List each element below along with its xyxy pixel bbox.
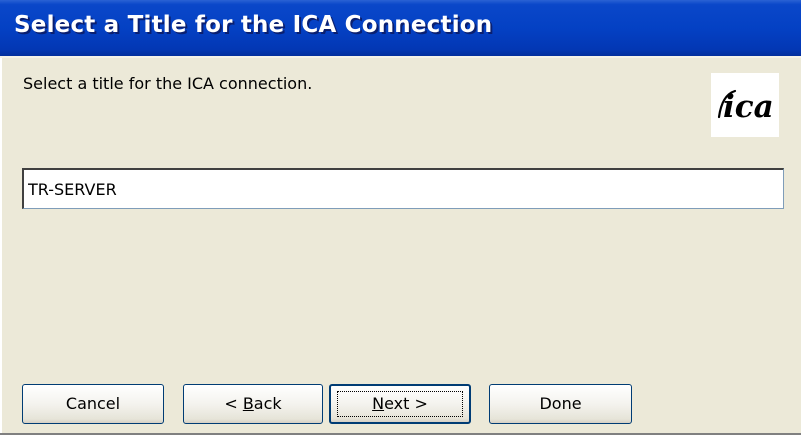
connection-title-input[interactable] xyxy=(22,168,784,209)
instruction-text: Select a title for the ICA connection. xyxy=(23,74,313,93)
ica-logo-text: ica xyxy=(723,89,774,125)
wizard-title-bar: Select a Title for the ICA Connection xyxy=(0,0,801,58)
cancel-button-label: Cancel xyxy=(65,394,121,413)
left-border xyxy=(0,58,2,435)
next-button-mnemonic: N xyxy=(372,394,385,413)
wizard-title: Select a Title for the ICA Connection xyxy=(14,12,493,38)
next-button-label: Next > xyxy=(331,386,469,422)
next-button-rest: ext > xyxy=(384,394,428,413)
ica-connection-wizard-window: Select a Title for the ICA Connection Se… xyxy=(0,0,801,435)
ica-logo-svg: ica xyxy=(717,89,774,125)
next-button[interactable]: Next > xyxy=(329,384,471,424)
back-button-prefix: < xyxy=(224,394,243,413)
back-button[interactable]: < Back xyxy=(183,384,323,424)
back-button-rest: ack xyxy=(253,394,282,413)
back-button-mnemonic: B xyxy=(242,394,254,413)
done-button-label: Done xyxy=(539,394,582,413)
ica-logo-icon: ica xyxy=(711,73,779,137)
done-button[interactable]: Done xyxy=(489,384,632,424)
cancel-button[interactable]: Cancel xyxy=(22,384,164,424)
